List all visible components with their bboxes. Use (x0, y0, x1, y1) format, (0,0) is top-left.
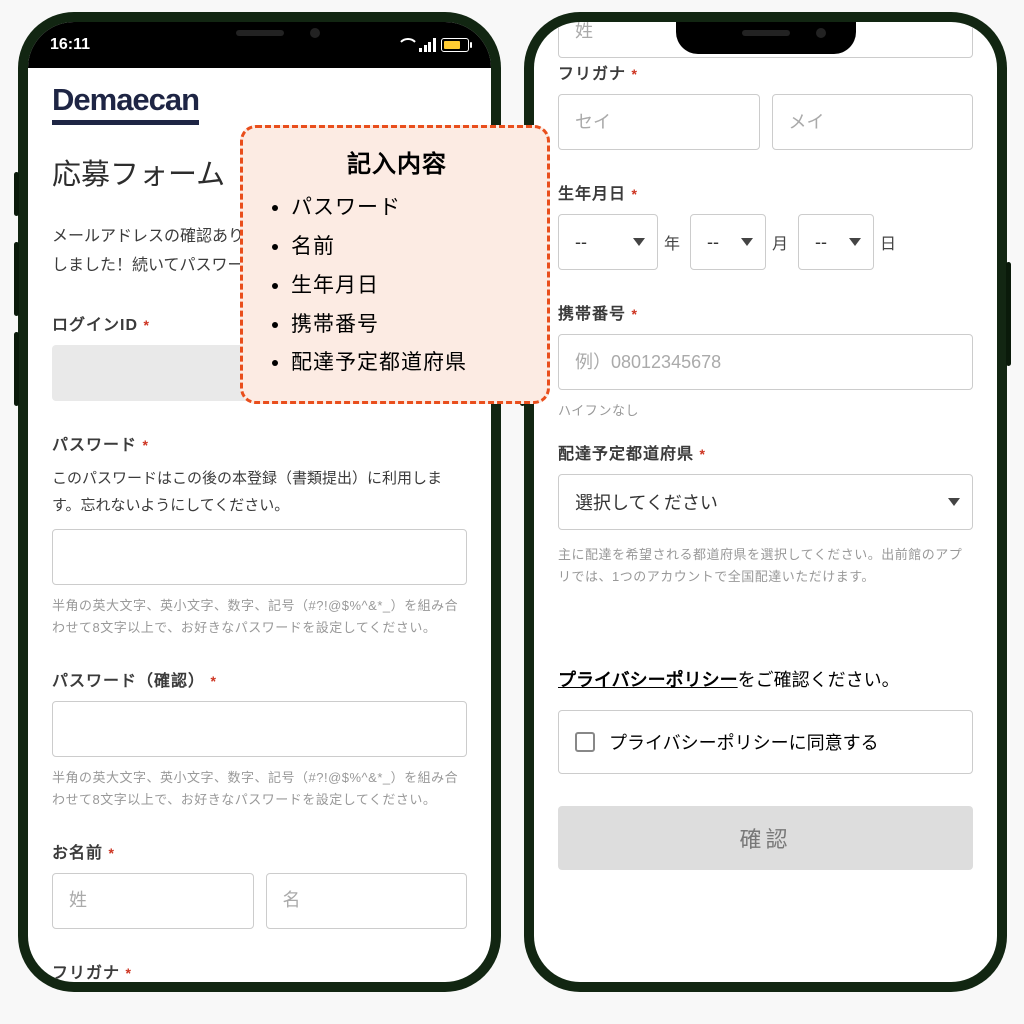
required-mark: * (210, 673, 216, 689)
furigana-label-text: フリガナ (52, 965, 120, 982)
callout-list: パスワード 名前 生年月日 携帯番号 配達予定都道府県 (265, 189, 529, 383)
required-mark: * (108, 845, 114, 861)
chevron-down-icon (948, 498, 960, 506)
phone-input[interactable] (558, 334, 973, 390)
login-id-label-text: ログインID (52, 317, 138, 334)
password-confirm-input[interactable] (52, 701, 467, 757)
dob-section: 生年月日 * -- 年 -- 月 -- (558, 180, 973, 270)
callout-item: 生年月日 (291, 267, 529, 306)
annotation-callout: 記入内容 パスワード 名前 生年月日 携帯番号 配達予定都道府県 (240, 125, 550, 404)
phone-label: 携帯番号 * (558, 300, 973, 324)
password-confirm-label: パスワード（確認） * (52, 667, 467, 691)
brand-logo: Demaecan (52, 82, 199, 125)
furigana-label: フリガナ * (52, 959, 467, 982)
dob-day-value: -- (815, 232, 827, 253)
name-section: お名前 * (52, 839, 467, 929)
password-label-text: パスワード (52, 437, 137, 454)
dob-label: 生年月日 * (558, 180, 973, 204)
phone-screen: 姓 フリガナ * 生年月日 * -- (534, 22, 997, 982)
password-confirm-label-text: パスワード（確認） (52, 673, 205, 690)
password-confirm-section: パスワード（確認） * 半角の英大文字、英小文字、数字、記号（#?!@$%^&*… (52, 667, 467, 811)
password-desc: このパスワードはこの後の本登録（書類提出）に利用します。忘れないようにしてくださ… (52, 465, 467, 519)
callout-item: 携帯番号 (291, 306, 529, 345)
required-mark: * (125, 965, 131, 981)
phone-notch (170, 22, 350, 54)
signal-icon (419, 38, 437, 52)
prefecture-label: 配達予定都道府県 * (558, 440, 973, 464)
required-mark: * (143, 317, 149, 333)
phone-side-button (14, 332, 19, 406)
prefecture-label-text: 配達予定都道府県 (558, 446, 694, 463)
form-content-right: フリガナ * 生年月日 * -- 年 (534, 22, 997, 982)
prefecture-section: 配達予定都道府県 * 選択してください 主に配達を希望される都道府県を選択してく… (558, 440, 973, 588)
privacy-checkbox-label: プライバシーポリシーに同意する (609, 729, 879, 755)
prefecture-help: 主に配達を希望される都道府県を選択してください。出前館のアプリでは、1つのアカウ… (558, 544, 973, 588)
password-input[interactable] (52, 529, 467, 585)
phone-speaker (742, 30, 790, 36)
callout-item: 名前 (291, 228, 529, 267)
required-mark: * (699, 446, 705, 462)
dob-year-unit: 年 (664, 230, 680, 254)
callout-item: パスワード (291, 189, 529, 228)
dob-day-select[interactable]: -- (798, 214, 874, 270)
phone-label-text: 携帯番号 (558, 306, 626, 323)
dob-year-value: -- (575, 232, 587, 253)
furigana-mei-input[interactable] (772, 94, 974, 150)
furigana-sei-input[interactable] (558, 94, 760, 150)
phone-speaker (236, 30, 284, 36)
phone-notch (676, 22, 856, 54)
confirm-button[interactable]: 確認 (558, 806, 973, 870)
phone-side-button (14, 242, 19, 316)
privacy-checkbox-row[interactable]: プライバシーポリシーに同意する (558, 710, 973, 774)
dob-month-unit: 月 (772, 230, 788, 254)
phone-right: 姓 フリガナ * 生年月日 * -- (524, 12, 1007, 992)
name-label-text: お名前 (52, 845, 103, 862)
firstname-input[interactable] (266, 873, 468, 929)
required-mark: * (142, 437, 148, 453)
dob-day-unit: 日 (880, 230, 896, 254)
wifi-icon (397, 38, 415, 52)
lastname-input[interactable] (52, 873, 254, 929)
dob-month-value: -- (707, 232, 719, 253)
dob-label-text: 生年月日 (558, 186, 626, 203)
callout-item: 配達予定都道府県 (291, 344, 529, 383)
password-confirm-help: 半角の英大文字、英小文字、数字、記号（#?!@$%^&*_）を組み合わせて8文字… (52, 767, 467, 811)
chevron-down-icon (741, 238, 753, 246)
status-time: 16:11 (50, 36, 90, 54)
dob-month-select[interactable]: -- (690, 214, 766, 270)
phone-section: 携帯番号 * ハイフンなし (558, 300, 973, 422)
required-mark: * (631, 306, 637, 322)
furigana-section: フリガナ * (558, 60, 973, 150)
prefecture-select[interactable]: 選択してください (558, 474, 973, 530)
required-mark: * (631, 186, 637, 202)
phone-camera (310, 28, 320, 38)
password-section: パスワード * このパスワードはこの後の本登録（書類提出）に利用します。忘れない… (52, 431, 467, 639)
furigana-section-left: フリガナ * (52, 959, 467, 982)
prefecture-value: 選択してください (575, 489, 718, 515)
furigana-label-text: フリガナ (558, 66, 626, 83)
privacy-line: プライバシーポリシーをご確認ください。 (558, 666, 973, 692)
phone-help: ハイフンなし (558, 400, 973, 422)
dob-year-select[interactable]: -- (558, 214, 658, 270)
required-mark: * (631, 66, 637, 82)
furigana-label: フリガナ * (558, 60, 973, 84)
chevron-down-icon (633, 238, 645, 246)
battery-icon (441, 38, 469, 52)
privacy-policy-link[interactable]: プライバシーポリシー (558, 670, 738, 690)
chevron-down-icon (849, 238, 861, 246)
password-help: 半角の英大文字、英小文字、数字、記号（#?!@$%^&*_）を組み合わせて8文字… (52, 595, 467, 639)
password-label: パスワード * (52, 431, 467, 455)
privacy-suffix: をご確認ください。 (738, 670, 900, 690)
phone-camera (816, 28, 826, 38)
phone-side-button (1006, 262, 1011, 366)
name-label: お名前 * (52, 839, 467, 863)
checkbox-icon[interactable] (575, 732, 595, 752)
callout-title: 記入内容 (265, 144, 529, 179)
phone-side-button (14, 172, 19, 216)
